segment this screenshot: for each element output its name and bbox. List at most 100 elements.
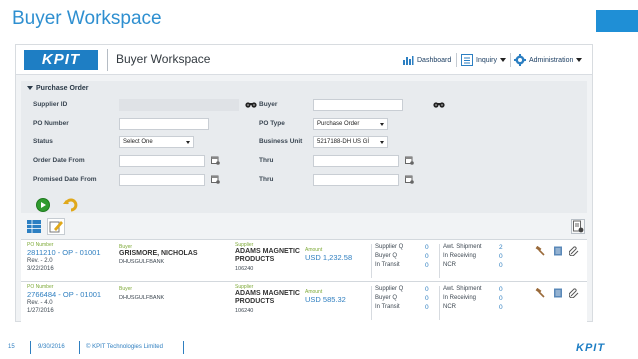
- thru-order-date-input[interactable]: [313, 155, 399, 167]
- po-number-link[interactable]: 2766484 - OP - 01001: [27, 290, 101, 299]
- supplier-name-line2: PRODUCTS: [235, 256, 275, 263]
- po-amount: USD 585.32: [305, 295, 346, 304]
- thru-promised-date-label: Thru: [259, 176, 274, 183]
- po-number-link[interactable]: 2811210 - OP - 01001: [27, 248, 101, 257]
- binoculars-icon[interactable]: [433, 101, 445, 108]
- kpit-footer-logo: KPIT: [576, 342, 606, 354]
- ncr-value[interactable]: 0: [499, 304, 503, 311]
- supplier-q-value[interactable]: 0: [425, 244, 429, 251]
- header-divider: [107, 49, 108, 71]
- app-window: KPIT Buyer Workspace Dashboard Inquiry A…: [15, 44, 593, 323]
- paperclip-icon[interactable]: [569, 246, 579, 256]
- slide-footer: 15 9/30/2016 © KPIT Technologies Limited…: [0, 338, 638, 358]
- awt-shipment-label: Awt. Shipment: [443, 286, 482, 292]
- supplier-q-label: Supplier Q: [375, 244, 404, 250]
- awt-shipment-value[interactable]: 2: [499, 244, 503, 251]
- nav-dashboard[interactable]: Dashboard: [402, 52, 451, 68]
- po-type-label: PO Type: [259, 120, 285, 127]
- po-number-input[interactable]: [119, 118, 209, 130]
- column-separator: [439, 286, 440, 320]
- column-separator: [371, 286, 372, 320]
- promised-date-from-input[interactable]: [119, 174, 205, 186]
- po-result-row[interactable]: PO Number 2811210 - OP - 01001 Rev. - 2.…: [21, 239, 587, 281]
- column-separator: [371, 244, 372, 278]
- gavel-icon[interactable]: [535, 246, 545, 256]
- business-unit-select[interactable]: 5217188-DH US Gİ: [313, 136, 388, 148]
- section-title-label: Purchase Order: [36, 85, 89, 92]
- buyer-input[interactable]: [313, 99, 403, 111]
- calendar-icon[interactable]: [211, 175, 220, 184]
- section-title[interactable]: Purchase Order: [27, 85, 89, 92]
- nav-separator: [510, 53, 511, 67]
- edit-button[interactable]: [47, 218, 65, 235]
- gavel-icon[interactable]: [535, 288, 545, 298]
- calendar-icon[interactable]: [211, 156, 220, 165]
- nav-inquiry-label: Inquiry: [476, 56, 498, 64]
- order-date-from-label: Order Date From: [33, 157, 85, 164]
- po-type-select-value: Purchase Order: [317, 121, 360, 127]
- in-transit-value[interactable]: 0: [425, 262, 429, 269]
- app-title: Buyer Workspace: [116, 52, 211, 66]
- po-amount: USD 1,232.58: [305, 253, 353, 262]
- slide-date: 9/30/2016: [38, 344, 65, 350]
- slide-title: Buyer Workspace: [12, 8, 162, 29]
- po-result-row[interactable]: PO Number 2766484 - OP - 01001 Rev. - 4.…: [21, 281, 587, 323]
- grid-view-icon[interactable]: [27, 220, 41, 233]
- awt-shipment-value[interactable]: 0: [499, 286, 503, 293]
- business-unit-select-value: 5217188-DH US Gİ: [317, 139, 370, 145]
- buyer-q-value[interactable]: 0: [425, 253, 429, 260]
- calendar-icon[interactable]: [405, 156, 414, 165]
- awt-shipment-label: Awt. Shipment: [443, 244, 482, 250]
- chevron-down-icon: [380, 123, 384, 126]
- po-type-select[interactable]: Purchase Order: [313, 118, 388, 130]
- reset-undo-icon[interactable]: [63, 198, 79, 212]
- app-header: KPIT Buyer Workspace Dashboard Inquiry A…: [16, 45, 592, 75]
- ncr-value[interactable]: 0: [499, 262, 503, 269]
- po-number-label: PO Number: [33, 120, 69, 127]
- footer-divider: [79, 341, 80, 354]
- footer-divider: [183, 341, 184, 354]
- status-select[interactable]: Select One: [119, 136, 194, 148]
- po-revision: Rev. - 4.0: [27, 300, 53, 306]
- nav-separator: [456, 53, 457, 67]
- binoculars-icon[interactable]: [245, 101, 257, 108]
- in-transit-label: In Transit: [375, 304, 400, 310]
- nav-administration-label: Administration: [529, 56, 574, 64]
- bar-chart-icon: [403, 56, 414, 65]
- nav-dashboard-label: Dashboard: [417, 56, 452, 64]
- calendar-icon[interactable]: [405, 175, 414, 184]
- buyer-q-label: Buyer Q: [375, 253, 398, 259]
- slide-number: 15: [8, 344, 15, 350]
- export-document-icon: [573, 220, 584, 233]
- nav-administration[interactable]: Administration: [514, 52, 583, 68]
- nav-inquiry[interactable]: Inquiry: [461, 52, 507, 68]
- footer-divider: [30, 341, 31, 354]
- supplier-id-input[interactable]: [119, 99, 239, 111]
- column-separator: [439, 244, 440, 278]
- kpit-logo: KPIT: [24, 50, 98, 70]
- purchase-order-search-panel: Purchase Order Supplier ID PO Number Sta…: [21, 81, 587, 213]
- in-receiving-value[interactable]: 0: [499, 253, 503, 260]
- supplier-code: 106240: [235, 266, 254, 272]
- supplier-name-line1: ADAMS MAGNETIC: [235, 290, 300, 297]
- supplier-name-line2: PRODUCTS: [235, 298, 275, 305]
- in-receiving-value[interactable]: 0: [499, 295, 503, 302]
- ncr-label: NCR: [443, 304, 456, 310]
- buyer-code: DHUSGULFBANK: [119, 259, 165, 265]
- export-button[interactable]: [571, 219, 585, 234]
- supplier-id-label: Supplier ID: [33, 101, 68, 108]
- in-receiving-label: In Receiving: [443, 295, 477, 301]
- document-icon[interactable]: [553, 288, 563, 298]
- thru-promised-date-input[interactable]: [313, 174, 399, 186]
- status-select-value: Select One: [123, 139, 153, 145]
- document-icon[interactable]: [553, 246, 563, 256]
- supplier-name-line1: ADAMS MAGNETIC: [235, 248, 300, 255]
- po-date: 3/22/2016: [27, 266, 54, 272]
- supplier-q-value[interactable]: 0: [425, 286, 429, 293]
- order-date-from-input[interactable]: [119, 155, 205, 167]
- buyer-q-value[interactable]: 0: [425, 295, 429, 302]
- search-go-button[interactable]: [36, 198, 50, 212]
- in-transit-value[interactable]: 0: [425, 304, 429, 311]
- paperclip-icon[interactable]: [569, 288, 579, 298]
- ncr-label: NCR: [443, 262, 456, 268]
